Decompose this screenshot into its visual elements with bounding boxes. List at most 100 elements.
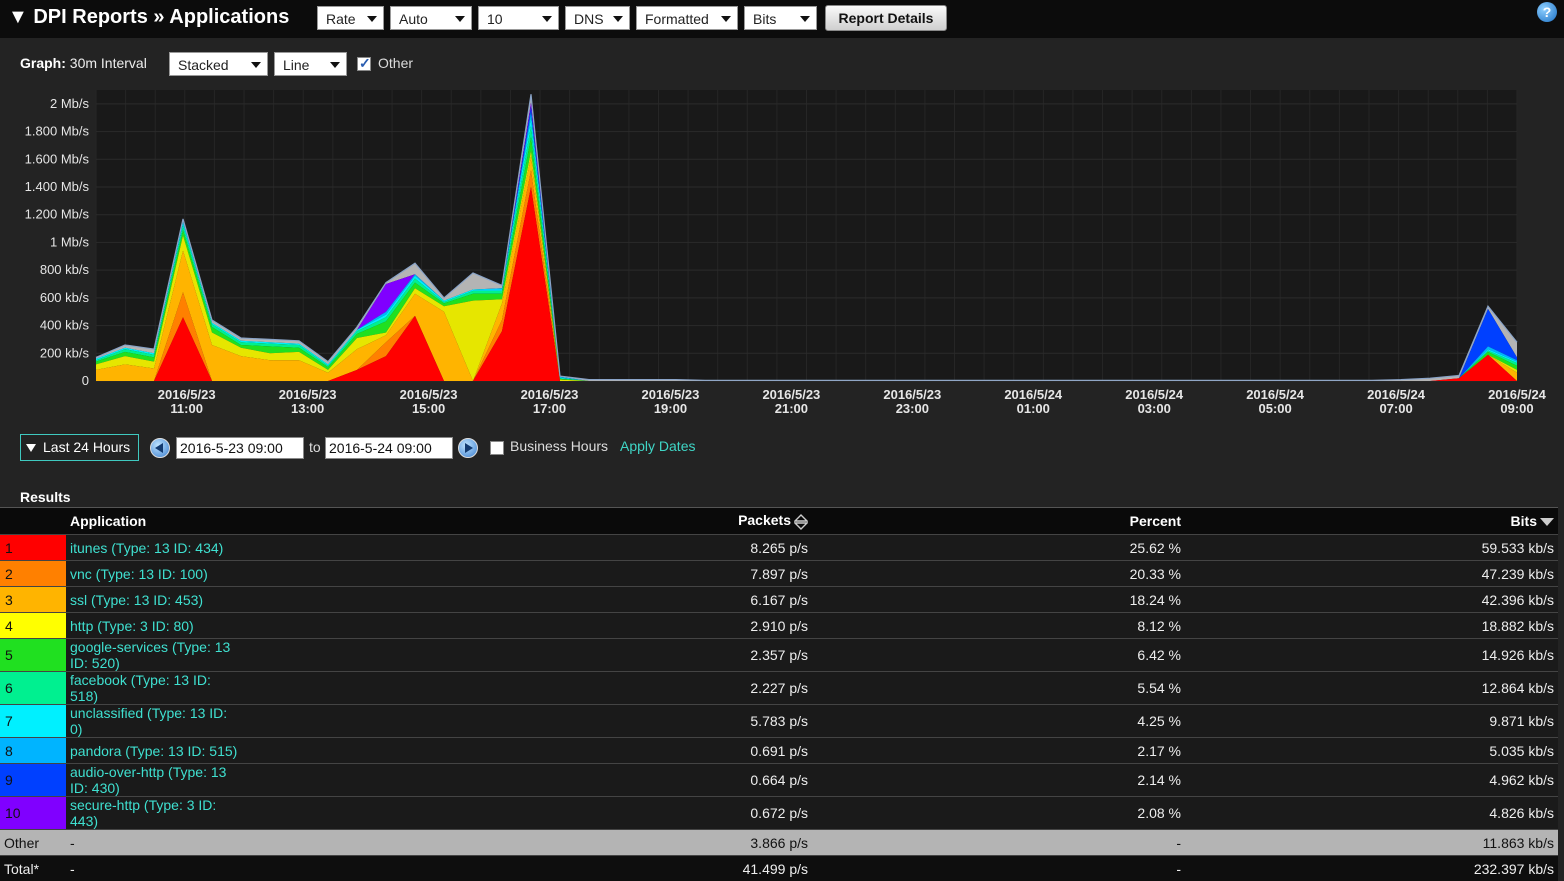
y-tick-label: 400 kb/s: [40, 318, 90, 333]
percent-cell: 5.54 %: [812, 672, 1185, 705]
x-tick-date: 2016/5/24: [1246, 387, 1305, 402]
bits-cell: 47.239 kb/s: [1185, 561, 1558, 587]
percent-cell: 6.42 %: [812, 639, 1185, 672]
apply-dates-link[interactable]: Apply Dates: [620, 438, 695, 454]
resolve-select-value: DNS: [574, 11, 604, 27]
unit-select[interactable]: Bits: [744, 6, 817, 30]
application-link[interactable]: pandora (Type: 13 ID: 515): [66, 738, 244, 764]
x-tick-date: 2016/5/24: [1367, 387, 1426, 402]
y-axis: 2 Mb/s1.800 Mb/s1.600 Mb/s1.400 Mb/s1.20…: [25, 96, 90, 388]
page-title: ▼ DPI Reports » Applications: [8, 6, 289, 29]
x-tick-time: 09:00: [1500, 401, 1533, 416]
bits-cell: 59.533 kb/s: [1185, 535, 1558, 561]
scale-select[interactable]: Auto: [390, 6, 472, 30]
packets-cell: 0.664 p/s: [244, 764, 812, 797]
total-bits: 232.397 kb/s: [1185, 856, 1558, 881]
report-details-button[interactable]: Report Details: [825, 5, 947, 31]
y-tick-label: 1.200 Mb/s: [25, 207, 90, 222]
chevron-down-icon: [251, 62, 261, 68]
table-row: 3ssl (Type: 13 ID: 453)6.167 p/s18.24 %4…: [0, 587, 1558, 613]
application-link[interactable]: vnc (Type: 13 ID: 100): [66, 561, 244, 587]
y-tick-label: 2 Mb/s: [50, 96, 90, 111]
rank-cell: 8: [0, 738, 66, 764]
percent-cell: 18.24 %: [812, 587, 1185, 613]
x-tick-date: 2016/5/23: [762, 387, 820, 402]
bits-cell: 4.826 kb/s: [1185, 797, 1558, 830]
mode-select[interactable]: Rate: [317, 6, 384, 30]
other-application: -: [66, 830, 244, 856]
x-tick-time: 15:00: [412, 401, 445, 416]
x-tick-date: 2016/5/23: [642, 387, 700, 402]
table-row: 1itunes (Type: 13 ID: 434)8.265 p/s25.62…: [0, 535, 1558, 561]
rank-cell: 7: [0, 705, 66, 738]
table-row-total: Total* - 41.499 p/s - 232.397 kb/s: [0, 856, 1558, 881]
application-header[interactable]: Application: [66, 508, 244, 535]
graph-label-title: Graph:: [20, 55, 66, 71]
resolve-select[interactable]: DNS: [565, 6, 630, 30]
triangle-down-icon: [26, 444, 36, 452]
next-arrow-icon[interactable]: [458, 438, 478, 458]
table-row: 6facebook (Type: 13 ID: 518)2.227 p/s5.5…: [0, 672, 1558, 705]
x-tick-date: 2016/5/23: [279, 387, 337, 402]
chevron-down-icon: [367, 16, 377, 22]
bits-header[interactable]: Bits: [1185, 508, 1558, 535]
unit-select-value: Bits: [753, 11, 776, 27]
results-table: Application Packets Percent Bits 1itunes…: [0, 507, 1558, 881]
y-tick-label: 200 kb/s: [40, 345, 90, 360]
business-hours-checkbox[interactable]: [490, 441, 504, 455]
y-tick-label: 1.800 Mb/s: [25, 124, 90, 139]
x-tick-time: 03:00: [1138, 401, 1171, 416]
percent-cell: 2.08 %: [812, 797, 1185, 830]
y-tick-label: 600 kb/s: [40, 290, 90, 305]
application-link[interactable]: http (Type: 3 ID: 80): [66, 613, 244, 639]
percent-cell: 4.25 %: [812, 705, 1185, 738]
top-n-select-value: 10: [487, 11, 503, 27]
rank-cell: 4: [0, 613, 66, 639]
application-link[interactable]: secure-http (Type: 3 ID: 443): [66, 797, 244, 830]
previous-arrow-icon[interactable]: [150, 438, 170, 458]
end-date-input[interactable]: 2016-5-24 09:00: [325, 437, 453, 459]
application-link[interactable]: audio-over-http (Type: 13 ID: 430): [66, 764, 244, 797]
application-link[interactable]: facebook (Type: 13 ID: 518): [66, 672, 244, 705]
x-tick-time: 11:00: [170, 401, 203, 416]
application-link[interactable]: ssl (Type: 13 ID: 453): [66, 587, 244, 613]
table-row: 8pandora (Type: 13 ID: 515)0.691 p/s2.17…: [0, 738, 1558, 764]
chevron-down-icon: [455, 16, 465, 22]
format-select-value: Formatted: [645, 11, 709, 27]
start-date-input[interactable]: 2016-5-23 09:00: [176, 437, 304, 459]
application-link[interactable]: itunes (Type: 13 ID: 434): [66, 535, 244, 561]
range-select[interactable]: Last 24 Hours: [20, 434, 139, 461]
table-header-row: Application Packets Percent Bits: [0, 508, 1558, 535]
bits-cell: 9.871 kb/s: [1185, 705, 1558, 738]
packets-cell: 0.691 p/s: [244, 738, 812, 764]
mode-select-value: Rate: [326, 11, 356, 27]
x-tick-time: 07:00: [1379, 401, 1412, 416]
help-icon[interactable]: ?: [1537, 2, 1557, 22]
packets-cell: 6.167 p/s: [244, 587, 812, 613]
x-tick-date: 2016/5/23: [883, 387, 941, 402]
graph-style-select[interactable]: Line: [274, 52, 347, 76]
bits-cell: 5.035 kb/s: [1185, 738, 1558, 764]
top-n-select[interactable]: 10: [478, 6, 559, 30]
percent-cell: 2.14 %: [812, 764, 1185, 797]
chevron-down-icon: [542, 16, 552, 22]
x-tick-time: 05:00: [1259, 401, 1292, 416]
format-select[interactable]: Formatted: [636, 6, 738, 30]
percent-header[interactable]: Percent: [812, 508, 1185, 535]
table-row: 4http (Type: 3 ID: 80)2.910 p/s8.12 %18.…: [0, 613, 1558, 639]
packets-cell: 5.783 p/s: [244, 705, 812, 738]
application-link[interactable]: google-services (Type: 13 ID: 520): [66, 639, 244, 672]
packets-header[interactable]: Packets: [244, 508, 812, 535]
range-select-value: Last 24 Hours: [43, 439, 130, 455]
application-link[interactable]: unclassified (Type: 13 ID: 0): [66, 705, 244, 738]
x-tick-time: 13:00: [291, 401, 324, 416]
x-axis: 2016/5/2311:002016/5/2313:002016/5/2315:…: [158, 387, 1547, 416]
packets-cell: 8.265 p/s: [244, 535, 812, 561]
stack-mode-select[interactable]: Stacked: [169, 52, 268, 76]
other-checkbox[interactable]: [357, 57, 371, 71]
total-packets: 41.499 p/s: [244, 856, 812, 881]
rank-cell: 2: [0, 561, 66, 587]
other-label: Other: [378, 55, 413, 71]
sort-both-icon: [794, 514, 808, 530]
bits-cell: 42.396 kb/s: [1185, 587, 1558, 613]
